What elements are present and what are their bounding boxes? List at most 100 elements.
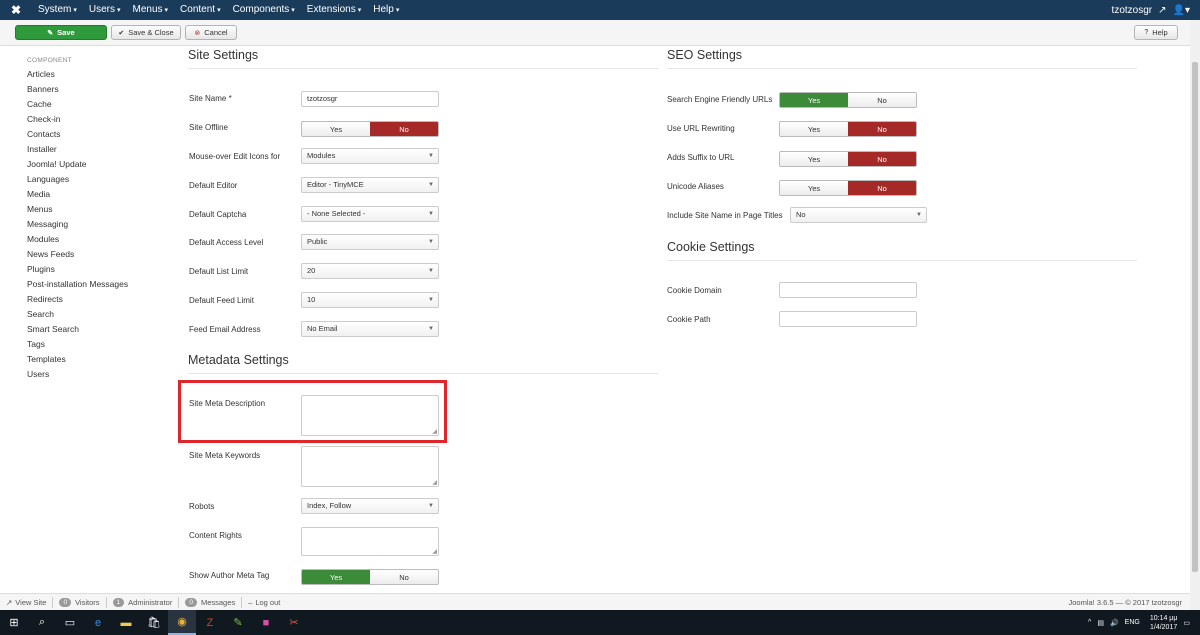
list-limit-select[interactable]: 20 ▼	[301, 263, 439, 279]
sef-urls-yes[interactable]: Yes	[780, 93, 848, 107]
site-name-input[interactable]: tzotzosgr	[301, 91, 439, 107]
messages-link[interactable]: 0 Messages	[179, 596, 243, 608]
page-scrollbar[interactable]	[1190, 20, 1200, 610]
meta-description-label: Site Meta Description	[189, 399, 266, 408]
sidebar-item-templates[interactable]: Templates	[27, 352, 167, 367]
scrollbar-thumb[interactable]	[1192, 62, 1198, 572]
meta-keywords-textarea[interactable]: ◢	[301, 446, 439, 487]
windows-start-icon[interactable]: ⊞	[0, 610, 28, 635]
cookie-settings-title: Cookie Settings	[667, 240, 755, 254]
cancel-button[interactable]: ⊗ Cancel	[185, 25, 237, 40]
search-icon[interactable]: ⌕	[28, 610, 56, 635]
sidebar-item-cache[interactable]: Cache	[27, 97, 167, 112]
notepad-icon[interactable]: ✎	[224, 610, 252, 635]
sidebar-item-contacts[interactable]: Contacts	[27, 127, 167, 142]
top-navbar: ✖ System ▾ Users ▾ Menus ▾ Content ▾ Compone…	[0, 0, 1200, 20]
sidebar-item-media[interactable]: Media	[27, 187, 167, 202]
sidebar-item-installer[interactable]: Installer	[27, 142, 167, 157]
filezilla-icon[interactable]: Z	[196, 610, 224, 635]
tray-up-arrow-icon[interactable]: ^	[1088, 619, 1091, 626]
user-menu-icon[interactable]: 👤▾	[1173, 5, 1190, 16]
url-suffix-no[interactable]: No	[848, 152, 916, 166]
sidebar-item-banners[interactable]: Banners	[27, 82, 167, 97]
help-button[interactable]: ? Help	[1134, 25, 1178, 40]
sidebar-item-modules[interactable]: Modules	[27, 232, 167, 247]
file-explorer-icon[interactable]: ▬	[112, 610, 140, 635]
unicode-aliases-yes[interactable]: Yes	[780, 181, 848, 195]
author-meta-yes[interactable]: Yes	[302, 570, 370, 584]
snipping-tool-icon[interactable]: ✂	[280, 610, 308, 635]
sidebar-item-articles[interactable]: Articles	[27, 67, 167, 82]
external-link-icon[interactable]: ↗	[1158, 5, 1166, 16]
menu-extensions[interactable]: Extensions ▾	[301, 0, 367, 21]
volume-icon[interactable]: 🔊	[1110, 619, 1119, 627]
chrome-icon[interactable]: ◉	[168, 610, 196, 635]
url-rewriting-yes[interactable]: Yes	[780, 122, 848, 136]
sef-urls-no[interactable]: No	[848, 93, 916, 107]
network-icon[interactable]: ▤	[1097, 619, 1104, 627]
menu-users[interactable]: Users ▾	[83, 0, 127, 21]
mouseover-icons-select[interactable]: Modules ▼	[301, 148, 439, 164]
url-suffix-yes[interactable]: Yes	[780, 152, 848, 166]
administrator-link[interactable]: 1 Administrator	[107, 596, 180, 608]
cookie-path-input[interactable]	[779, 311, 917, 327]
save-close-button[interactable]: ✔ Save & Close	[111, 25, 181, 40]
default-editor-select[interactable]: Editor - TinyMCE ▼	[301, 177, 439, 193]
unicode-aliases-toggle: Yes No	[779, 180, 917, 196]
site-offline-no[interactable]: No	[370, 122, 438, 136]
resize-grip-icon[interactable]: ◢	[432, 428, 437, 435]
resize-grip-icon[interactable]: ◢	[432, 479, 437, 486]
sidebar-item-check-in[interactable]: Check-in	[27, 112, 167, 127]
taskbar-clock[interactable]: 10:14 μμ 1/4/2017	[1150, 614, 1178, 632]
menu-menus[interactable]: Menus ▾	[127, 0, 175, 21]
robots-select[interactable]: Index, Follow ▼	[301, 498, 439, 514]
default-captcha-select[interactable]: - None Selected - ▼	[301, 206, 439, 222]
resize-grip-icon[interactable]: ◢	[432, 548, 437, 555]
task-view-icon[interactable]: ▭	[56, 610, 84, 635]
app-icon[interactable]: ■	[252, 610, 280, 635]
sidebar-item-news-feeds[interactable]: News Feeds	[27, 247, 167, 262]
sidebar-item-redirects[interactable]: Redirects	[27, 292, 167, 307]
sidebar-item-menus[interactable]: Menus	[27, 202, 167, 217]
sidebar-item-smart-search[interactable]: Smart Search	[27, 322, 167, 337]
url-rewriting-no[interactable]: No	[848, 122, 916, 136]
sidebar-item-users[interactable]: Users	[27, 367, 167, 382]
sidebar-item-search[interactable]: Search	[27, 307, 167, 322]
sidebar-item-joomla-update[interactable]: Joomla! Update	[27, 157, 167, 172]
sidebar-item-messaging[interactable]: Messaging	[27, 217, 167, 232]
meta-description-textarea[interactable]: ◢	[301, 395, 439, 436]
site-name-label: Site Name *	[189, 94, 232, 103]
content-rights-textarea[interactable]: ◢	[301, 527, 439, 556]
menu-help[interactable]: Help ▾	[367, 0, 405, 21]
menu-components[interactable]: Components ▾	[227, 0, 301, 21]
menu-system[interactable]: System ▾	[32, 0, 83, 21]
site-user-link[interactable]: tzotzosgr	[1112, 5, 1153, 16]
edge-browser-icon[interactable]: e	[84, 610, 112, 635]
notifications-icon[interactable]: ▭	[1183, 619, 1190, 627]
menu-content[interactable]: Content ▾	[174, 0, 227, 21]
site-offline-yes[interactable]: Yes	[302, 122, 370, 136]
mouseover-icons-label: Mouse-over Edit Icons for	[189, 152, 281, 161]
joomla-logo-icon[interactable]: ✖	[0, 0, 32, 20]
access-level-select[interactable]: Public ▼	[301, 234, 439, 250]
view-site-link[interactable]: ↗ View Site	[0, 596, 54, 608]
store-icon[interactable]: 🛍	[140, 610, 168, 635]
cookie-domain-input[interactable]	[779, 282, 917, 298]
logout-link[interactable]: – Log out	[242, 597, 286, 608]
minus-icon: –	[248, 597, 253, 607]
feed-limit-select[interactable]: 10 ▼	[301, 292, 439, 308]
language-indicator[interactable]: ENG	[1125, 619, 1140, 626]
unicode-aliases-no[interactable]: No	[848, 181, 916, 195]
sidebar-item-post-installation[interactable]: Post-installation Messages	[27, 277, 167, 292]
sidebar-item-languages[interactable]: Languages	[27, 172, 167, 187]
visitors-link[interactable]: 0 Visitors	[53, 596, 107, 608]
site-offline-toggle: Yes No	[301, 121, 439, 137]
feed-email-select[interactable]: No Email ▼	[301, 321, 439, 337]
save-button[interactable]: ✎ Save	[15, 25, 107, 40]
sidebar-item-tags[interactable]: Tags	[27, 337, 167, 352]
author-meta-no[interactable]: No	[370, 570, 438, 584]
admin-badge: 1	[112, 597, 125, 607]
sitename-titles-select[interactable]: No ▼	[790, 207, 927, 223]
sidebar-item-plugins[interactable]: Plugins	[27, 262, 167, 277]
dropdown-arrow-icon: ▼	[428, 503, 434, 509]
